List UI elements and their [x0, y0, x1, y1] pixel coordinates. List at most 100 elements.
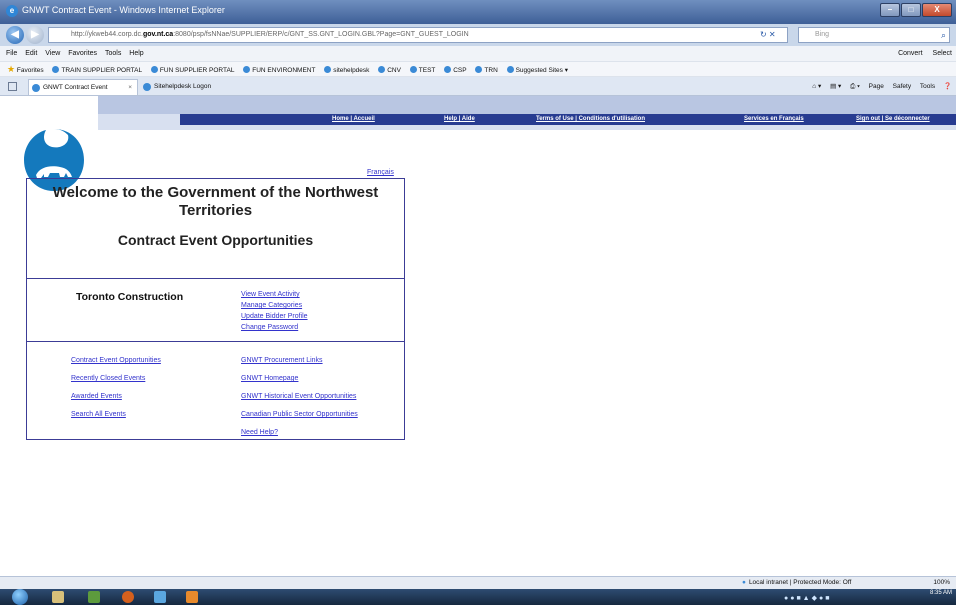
search-input[interactable]: Bing ⌕	[798, 27, 950, 43]
change-password-link[interactable]: Change Password	[241, 322, 308, 333]
nav-home[interactable]: Home | Accueil	[332, 114, 375, 125]
fav-item-suggested-sites[interactable]: Suggested Sites ▾	[506, 63, 568, 76]
system-tray-icons[interactable]: ●●■▲◆●■	[784, 594, 831, 602]
fav-item-csp[interactable]: CSP	[444, 63, 467, 76]
minimize-button[interactable]: –	[880, 3, 900, 17]
menu-tools[interactable]: Tools	[105, 46, 121, 62]
manage-categories-link[interactable]: Manage Categories	[241, 300, 308, 311]
link-icon	[409, 66, 417, 73]
outlook-icon[interactable]	[186, 591, 198, 603]
link-icon	[150, 66, 158, 73]
ie-taskbar-icon[interactable]	[154, 591, 166, 603]
welcome-title: Welcome to the Government of the Northwe…	[52, 184, 379, 219]
page-subtitle: Contract Event Opportunities	[117, 232, 314, 248]
print-icon[interactable]: ⎙ ▾	[850, 83, 860, 90]
nav-sign-out[interactable]: Sign out | Se déconnecter	[856, 114, 930, 125]
url-input[interactable]: http://ykweb44.corp.dc.gov.nt.ca:8080/ps…	[48, 27, 788, 43]
fav-item-fun-supplier[interactable]: FUN SUPPLIER PORTAL	[150, 63, 234, 76]
tab-sitehelpdesk-logon[interactable]: Sitehelpdesk Logon	[140, 79, 250, 95]
address-bar-row: ◀ ▶ http://ykweb44.corp.dc.gov.nt.ca:808…	[0, 24, 956, 46]
view-event-activity-link[interactable]: View Event Activity	[241, 289, 308, 300]
francais-link[interactable]: Français	[367, 169, 394, 176]
gnwt-historical-events-link[interactable]: GNWT Historical Event Opportunities	[241, 388, 358, 406]
link-icon	[444, 66, 452, 73]
convert-button[interactable]: Convert	[898, 50, 923, 57]
fav-item-trn[interactable]: TRN	[475, 63, 498, 76]
window-title-bar: e GNWT Contract Event - Windows Internet…	[0, 0, 956, 24]
firefox-icon[interactable]	[122, 591, 134, 603]
select-button[interactable]: Select	[933, 50, 952, 57]
url-host: gov.nt.ca	[142, 31, 174, 38]
link-icon	[378, 66, 386, 73]
refresh-stop-buttons[interactable]: ↻ ✕	[760, 28, 796, 42]
tab-bar: GNWT Contract Event × Sitehelpdesk Logon…	[0, 77, 956, 96]
start-button[interactable]	[12, 589, 28, 605]
fav-item-test[interactable]: TEST	[409, 63, 435, 76]
account-links: View Event Activity Manage Categories Up…	[241, 289, 308, 333]
link-icon	[243, 66, 251, 73]
welcome-section: Welcome to the Government of the Northwe…	[27, 179, 404, 279]
home-icon[interactable]: ⌂ ▾	[812, 83, 821, 90]
tools-menu[interactable]: Tools	[920, 83, 935, 90]
fav-item-fun-environment[interactable]: FUN ENVIRONMENT	[243, 63, 315, 76]
ie-logo-icon: e	[6, 5, 18, 17]
url-rest: :8080/psp/fsNNae/SUPPLIER/ERP/c/GNT_SS.G…	[173, 31, 469, 38]
safety-menu[interactable]: Safety	[893, 83, 911, 90]
feeds-icon[interactable]: ▤ ▾	[830, 83, 841, 90]
need-help-link[interactable]: Need Help?	[241, 424, 358, 442]
favorites-bar: ★ Favorites TRAIN SUPPLIER PORTAL FUN SU…	[0, 62, 956, 77]
clock[interactable]: 8:35 AM	[930, 589, 952, 597]
update-bidder-profile-link[interactable]: Update Bidder Profile	[241, 311, 308, 322]
nav-help[interactable]: Help | Aide	[444, 114, 475, 125]
search-icon[interactable]: ⌕	[941, 28, 946, 42]
fav-item-cnv[interactable]: CNV	[378, 63, 401, 76]
quick-tabs-icon[interactable]	[8, 82, 17, 91]
favorites-button[interactable]: ★ Favorites	[7, 62, 44, 76]
nav-terms[interactable]: Terms of Use | Conditions d'utilisation	[536, 114, 645, 125]
contract-event-opportunities-link[interactable]: Contract Event Opportunities	[71, 352, 161, 370]
menu-file[interactable]: File	[6, 46, 17, 62]
search-placeholder: Bing	[815, 31, 830, 38]
fav-item-train-supplier[interactable]: TRAIN SUPPLIER PORTAL	[52, 63, 142, 76]
nav-services-francais[interactable]: Services en Français	[744, 114, 804, 125]
tab-page-icon	[143, 83, 151, 91]
canadian-public-sector-link[interactable]: Canadian Public Sector Opportunities	[241, 406, 358, 424]
explorer-icon[interactable]	[52, 591, 64, 603]
forward-button[interactable]: ▶	[26, 26, 44, 44]
gnwt-homepage-link[interactable]: GNWT Homepage	[241, 370, 358, 388]
menu-help[interactable]: Help	[129, 46, 143, 62]
link-icon	[506, 66, 514, 73]
tab-label: Sitehelpdesk Logon	[154, 83, 212, 90]
menu-favorites[interactable]: Favorites	[68, 46, 97, 62]
help-icon[interactable]: ❓	[944, 83, 952, 90]
taskbar: ●●■▲◆●■ 8:35 AM	[0, 589, 956, 605]
star-icon: ★	[7, 64, 16, 74]
page-content: Home | Accueil Help | Aide Terms of Use …	[10, 96, 956, 576]
tab-gnwt-contract-event[interactable]: GNWT Contract Event ×	[28, 79, 138, 95]
back-button[interactable]: ◀	[6, 26, 24, 44]
main-panel: Welcome to the Government of the Northwe…	[26, 178, 405, 440]
command-bar: ⌂ ▾ ▤ ▾ ⎙ ▾ Page Safety Tools ❓	[805, 79, 952, 95]
menu-view[interactable]: View	[45, 46, 60, 62]
close-tab-icon[interactable]: ×	[128, 80, 132, 96]
page-menu[interactable]: Page	[869, 83, 884, 90]
media-player-icon[interactable]	[88, 591, 100, 603]
recently-closed-events-link[interactable]: Recently Closed Events	[71, 370, 161, 388]
maximize-button[interactable]: □	[901, 3, 921, 17]
resource-links: GNWT Procurement Links GNWT Homepage GNW…	[241, 352, 358, 442]
gnwt-procurement-links-link[interactable]: GNWT Procurement Links	[241, 352, 358, 370]
url-prefix: http://ykweb44.corp.dc.	[71, 31, 143, 38]
company-name: Toronto Construction	[76, 291, 184, 303]
fav-item-sitehelpdesk[interactable]: sitehelpdesk	[324, 63, 369, 76]
link-icon	[475, 66, 483, 73]
menu-edit[interactable]: Edit	[25, 46, 37, 62]
security-zone: Local intranet | Protected Mode: Off	[742, 577, 851, 589]
close-button[interactable]: X	[922, 3, 952, 17]
zoom-level[interactable]: 100%	[933, 577, 950, 589]
awarded-events-link[interactable]: Awarded Events	[71, 388, 161, 406]
tab-page-icon	[32, 84, 40, 92]
tab-label: GNWT Contract Event	[43, 84, 108, 91]
window-title: GNWT Contract Event - Windows Internet E…	[22, 5, 225, 15]
menu-bar: File Edit View Favorites Tools Help Conv…	[0, 46, 956, 62]
search-all-events-link[interactable]: Search All Events	[71, 406, 161, 424]
